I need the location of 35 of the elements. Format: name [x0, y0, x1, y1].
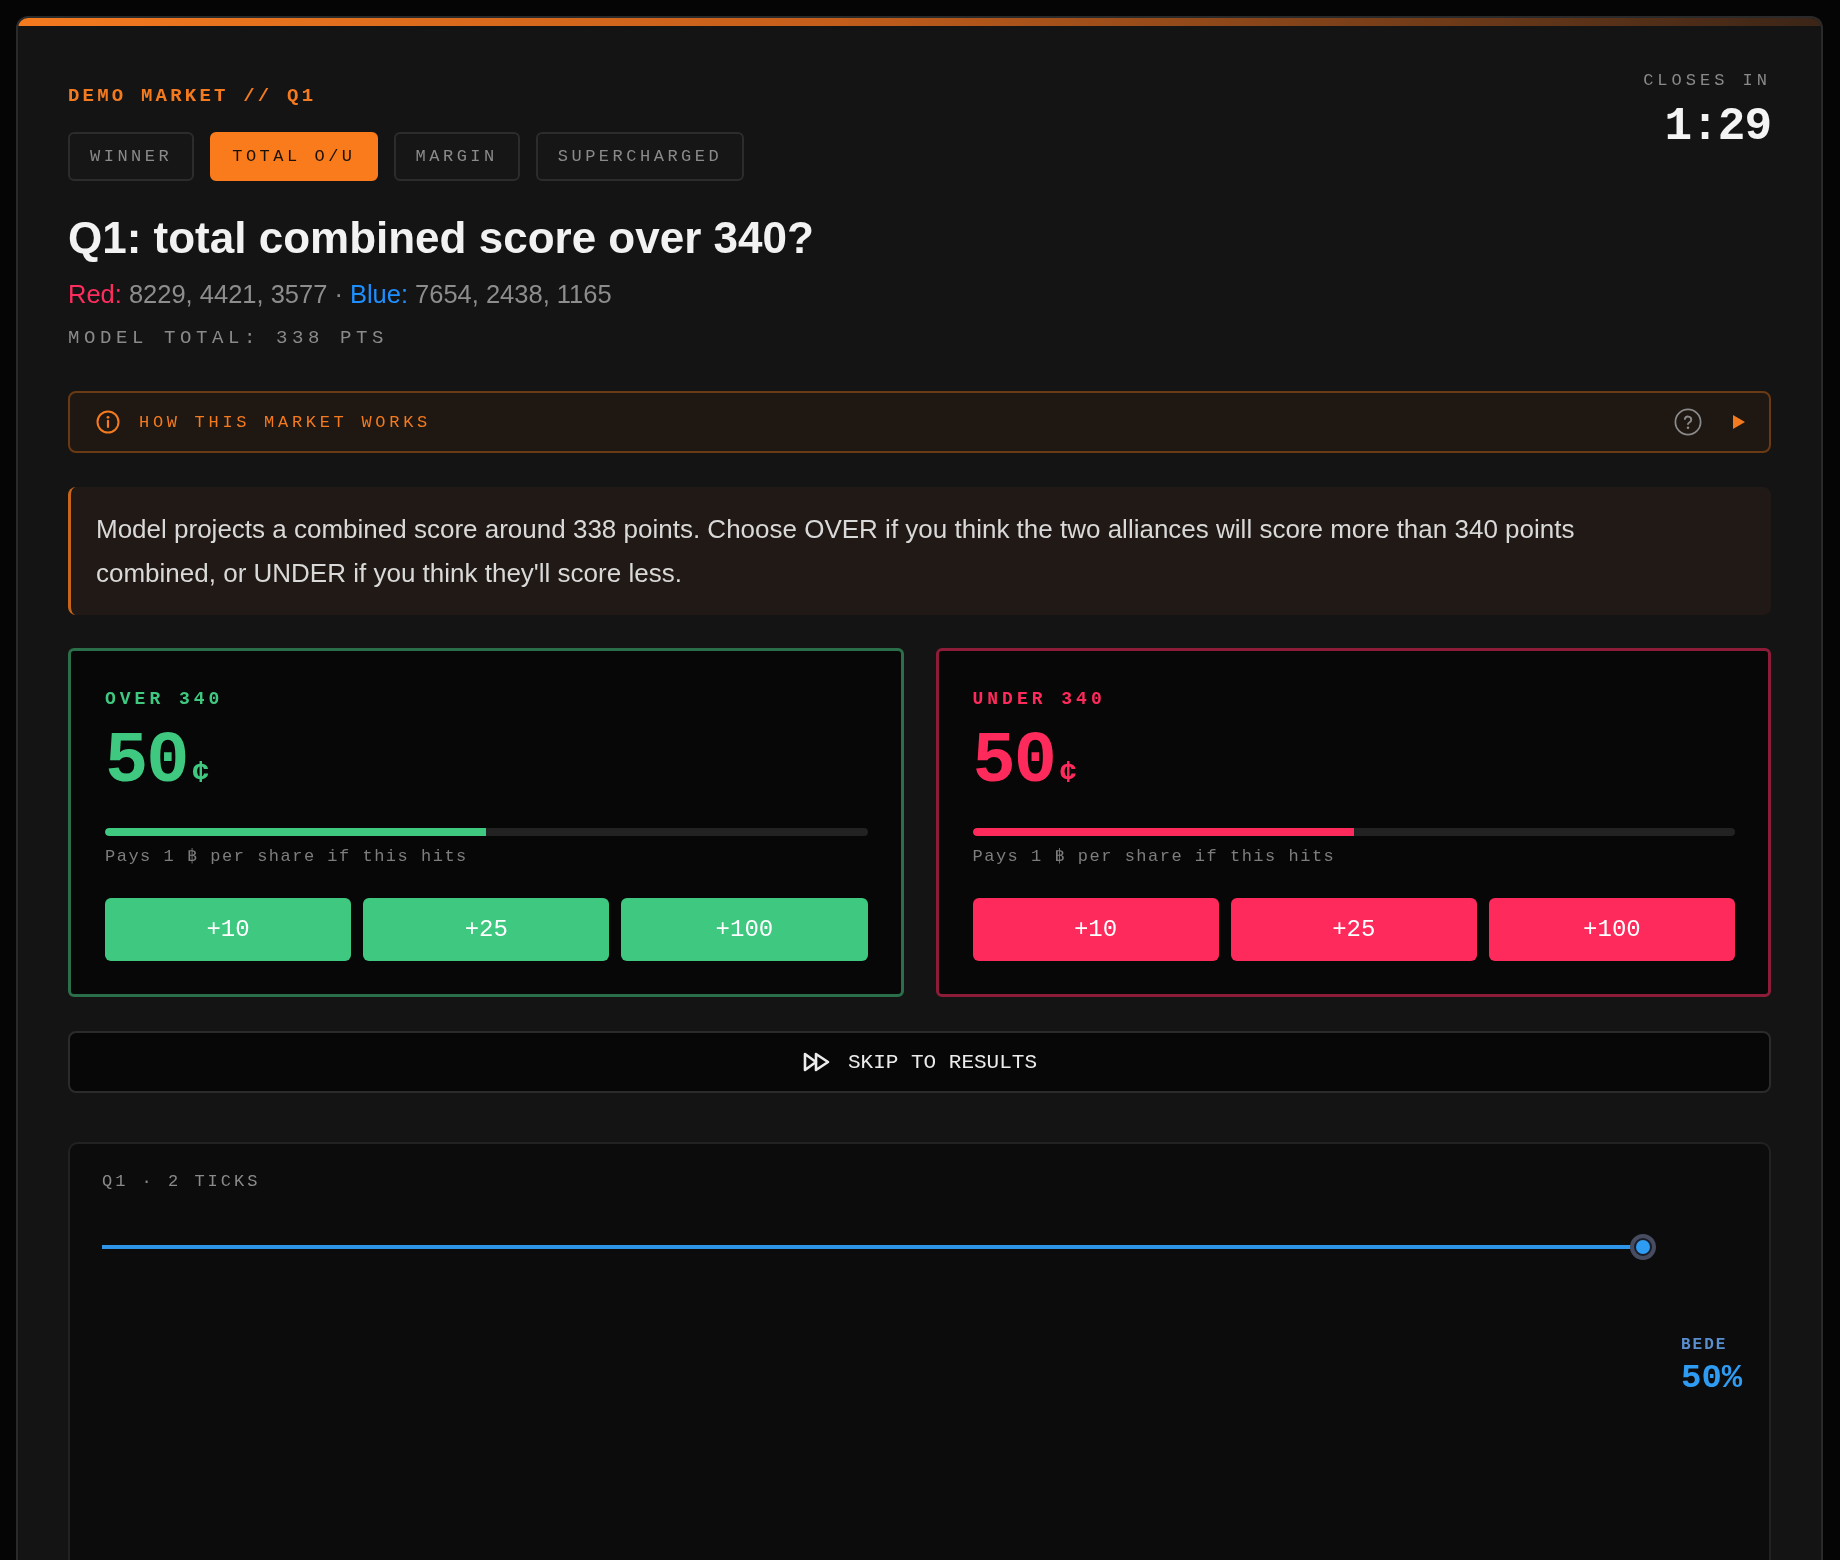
market-tab[interactable]: SUPERCHARGED [535, 132, 745, 181]
model-total: MODEL TOTAL: 338 PTS [68, 326, 390, 350]
price-value: 50 [105, 726, 188, 798]
payout-note: Pays 1 ฿ per share if this hits [105, 846, 468, 868]
series-label: BEDE [1681, 1335, 1728, 1355]
buy-amount-button[interactable]: +10 [972, 898, 1219, 961]
market-eyebrow: DEMO MARKET // Q1 [68, 84, 317, 108]
skip-to-results-button[interactable]: SKIP TO RESULTS [68, 1031, 1771, 1093]
price-value: 50 [972, 726, 1055, 798]
series-value: 50% [1681, 1359, 1743, 1397]
currency-unit: ¢ [191, 758, 210, 788]
separator-dot: · [334, 279, 343, 309]
market-tab[interactable]: MARGIN [393, 132, 520, 181]
info-icon [96, 410, 120, 434]
outcome-label: UNDER 340 [972, 688, 1106, 710]
team-label: Red: [68, 279, 122, 309]
market-tab[interactable]: WINNER [68, 132, 195, 181]
description-text: Model projects a combined score around 338 points. Choose OVER if you think the two alliances will score more than 340 points combined, or UNDER if you think they'll score less. [96, 513, 1576, 590]
end-point-marker [1630, 1234, 1656, 1260]
countdown-timer: 1:29 [1664, 102, 1771, 152]
buy-amount-button[interactable]: +25 [1230, 898, 1477, 961]
market-tab[interactable]: TOTAL O/U [210, 132, 378, 181]
help-icon[interactable] [1674, 408, 1702, 436]
buy-amount-button[interactable]: +100 [1488, 898, 1735, 961]
payout-note: Pays 1 ฿ per share if this hits [972, 846, 1336, 868]
team-numbers: 8229, 4421, 3577 [128, 279, 328, 309]
question-title: Q1: total combined score over 340? [68, 212, 815, 264]
how-it-works-toggle[interactable]: HOW THIS MARKET WORKS [68, 391, 1771, 453]
chart-title: Q1 · 2 TICKS [102, 1171, 261, 1193]
currency-unit: ¢ [1058, 758, 1077, 788]
fast-forward-icon [802, 1050, 832, 1074]
team-label: Blue: [349, 279, 409, 309]
team-numbers: 7654, 2438, 1165 [415, 279, 612, 309]
outcome-label: OVER 340 [105, 688, 224, 710]
countdown-label: CLOSES IN [1643, 70, 1771, 92]
